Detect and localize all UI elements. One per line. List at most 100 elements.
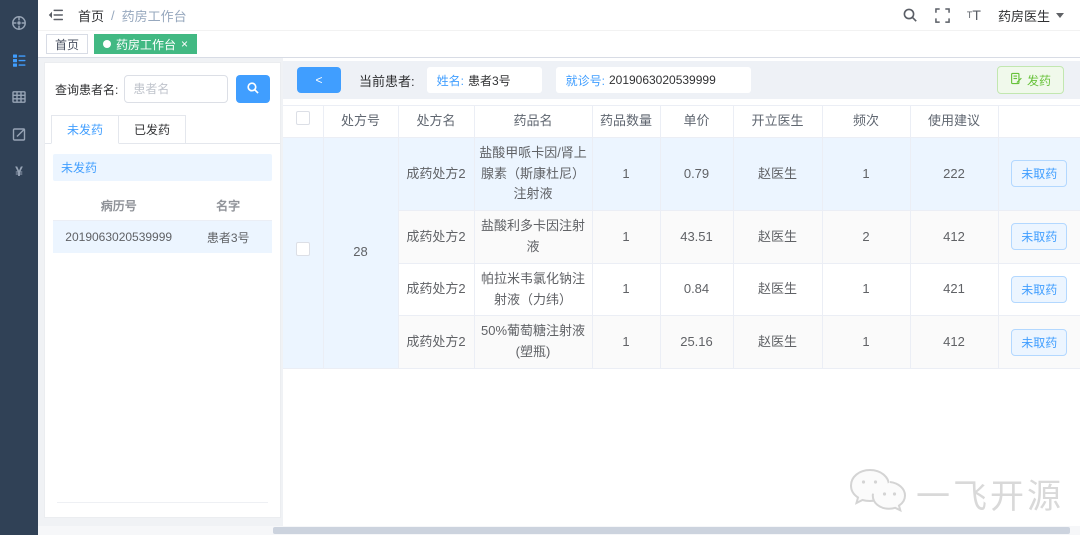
advice-cell: 421: [910, 263, 999, 317]
content-area: 查询患者名: 未发药 已发药 未发药: [38, 58, 1080, 535]
patient-search-row: 查询患者名:: [45, 63, 280, 115]
watermark: 一飞开源: [846, 466, 1064, 521]
panel-divider: [57, 502, 268, 503]
dispense-button[interactable]: 发药: [996, 66, 1064, 94]
sidebar-item-table[interactable]: [0, 78, 38, 115]
sidebar-item-dashboard[interactable]: [0, 4, 38, 41]
sidebar-item-money[interactable]: ¥: [0, 152, 38, 189]
status-not-taken-button[interactable]: 未取药: [1011, 328, 1068, 356]
status-not-taken-button[interactable]: 未取药: [1011, 160, 1068, 188]
row-select-cell: [283, 137, 324, 369]
action-cell: 未取药: [998, 210, 1080, 264]
column-header-rx-name: 处方名: [398, 105, 475, 138]
select-all-checkbox[interactable]: [295, 111, 310, 125]
visit-no-label: 就诊号:: [565, 73, 605, 88]
horizontal-scrollbar: [38, 526, 1080, 535]
tab-dispensed[interactable]: 已发药: [119, 115, 187, 144]
column-header-record-no: 病历号: [100, 199, 137, 213]
drug-row: 成药处方2 帕拉米韦氯化钠注射液（力纬） 1 0.84 赵医生 1 421 未取…: [283, 263, 1080, 317]
form-edit-icon: [11, 126, 27, 142]
sidebar-collapse-icon[interactable]: [48, 7, 64, 23]
drug-name-cell: 50%葡萄糖注射液(塑瓶): [474, 315, 593, 369]
current-patient-label: 当前患者:: [359, 73, 415, 89]
active-dot-icon: [103, 40, 112, 48]
drug-name-cell: 盐酸利多卡因注射液: [474, 210, 593, 264]
table-header-row: 处方号 处方名 药品名 药品数量 单价 开立医生 频次 使用建议: [283, 105, 1080, 138]
visit-no-box: 就诊号: 2019063020539999: [555, 67, 751, 93]
fullscreen-icon[interactable]: [935, 7, 950, 23]
patient-panel: 查询患者名: 未发药 已发药 未发药: [44, 62, 281, 518]
status-not-taken-button[interactable]: 未取药: [1011, 276, 1068, 304]
visit-no-value: 2019063020539999: [608, 73, 716, 87]
drug-name-cell: 盐酸甲哌卡因/肾上腺素（斯康杜尼）注射液: [474, 137, 593, 212]
status-not-taken-button[interactable]: 未取药: [1011, 223, 1068, 251]
unit-price-cell: 43.51: [660, 210, 734, 264]
drug-row: 成药处方2 50%葡萄糖注射液(塑瓶) 1 25.16 赵医生 1 412 未取…: [283, 315, 1080, 369]
column-header-advice: 使用建议: [910, 105, 999, 138]
search-icon: [246, 81, 260, 98]
unit-price-cell: 0.79: [660, 137, 734, 212]
header-select-cell: [283, 105, 324, 138]
rx-no-cell: 28: [323, 137, 399, 369]
dashboard-icon: [11, 15, 27, 31]
action-cell: 未取药: [998, 263, 1080, 317]
watermark-text: 一飞开源: [916, 478, 1064, 516]
doctor-cell: 赵医生: [733, 315, 823, 369]
advice-cell: 412: [910, 210, 999, 264]
navbar: 首页 / 药房工作台 TT 药房医生: [38, 0, 1080, 31]
patient-search-input[interactable]: [124, 75, 228, 103]
sidebar-item-form[interactable]: [0, 115, 38, 152]
column-header-unit-price: 单价: [660, 105, 734, 138]
quantity-cell: 1: [592, 137, 661, 212]
font-size-icon[interactable]: TT: [967, 8, 981, 22]
navbar-actions: TT 药房医生: [902, 6, 1064, 25]
caret-down-icon: [1056, 12, 1064, 18]
column-header-doctor: 开立医生: [733, 105, 823, 138]
column-header-drug-name: 药品名: [474, 105, 593, 138]
user-menu[interactable]: 药房医生: [998, 6, 1064, 25]
patient-search-button[interactable]: [236, 75, 270, 103]
horizontal-scrollbar-thumb[interactable]: [273, 527, 1070, 534]
user-name: 药房医生: [997, 8, 1050, 24]
back-button[interactable]: <: [297, 67, 341, 93]
column-header-quantity: 药品数量: [592, 105, 661, 138]
tab-not-dispensed[interactable]: 未发药: [51, 115, 120, 144]
rx-name-cell: 成药处方2: [398, 263, 475, 317]
breadcrumb-home[interactable]: 首页: [78, 6, 104, 25]
dispense-doc-icon: [1010, 72, 1023, 88]
patient-table-header: 病历号 名字: [53, 191, 272, 221]
action-cell: 未取药: [998, 315, 1080, 369]
frequency-cell: 1: [822, 137, 911, 212]
chat-bubbles-logo-icon: [846, 466, 908, 521]
row-checkbox[interactable]: [295, 242, 310, 257]
advice-cell: 222: [910, 137, 999, 212]
column-header-actions: [998, 105, 1080, 138]
name-label: 姓名:: [436, 73, 464, 88]
unit-price-cell: 0.84: [660, 263, 734, 317]
tag-pharmacy-workbench[interactable]: 药房工作台 ×: [94, 34, 198, 54]
doctor-cell: 赵医生: [733, 263, 823, 317]
column-header-rx-no: 处方号: [323, 105, 399, 138]
quantity-cell: 1: [592, 210, 661, 264]
money-icon: ¥: [15, 162, 23, 179]
unit-price-cell: 25.16: [660, 315, 734, 369]
patient-name-box: 姓名: 患者3号: [426, 67, 542, 93]
doctor-cell: 赵医生: [733, 210, 823, 264]
close-icon[interactable]: ×: [181, 38, 188, 50]
action-cell: 未取药: [998, 137, 1080, 212]
frequency-cell: 1: [822, 315, 911, 369]
app-window: ¥ 首页 / 药房工作台 T T 药房医生 首页 药房工作台 × 查询患者名: …: [0, 0, 1080, 535]
sidebar-item-pharmacy-worklist[interactable]: [0, 41, 38, 78]
column-header-frequency: 频次: [822, 105, 911, 138]
quantity-cell: 1: [592, 263, 661, 317]
tag-label: 药房工作台: [116, 37, 177, 52]
patient-record-no: 2019063020539999: [65, 230, 173, 244]
sidebar: ¥: [0, 0, 38, 535]
doctor-cell: 赵医生: [733, 137, 823, 212]
rx-name-cell: 成药处方2: [398, 315, 475, 369]
search-icon[interactable]: [902, 7, 918, 23]
rx-name-cell: 成药处方2: [398, 137, 475, 212]
breadcrumb-current: 药房工作台: [121, 8, 187, 24]
patient-row[interactable]: 2019063020539999 患者3号: [53, 221, 272, 253]
tag-home[interactable]: 首页: [46, 34, 89, 54]
